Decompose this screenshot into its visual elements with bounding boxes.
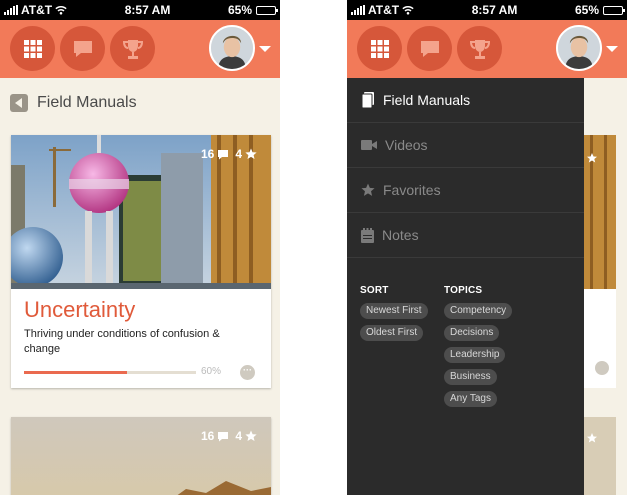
avatar-photo bbox=[211, 27, 253, 69]
comment-count: 16 bbox=[201, 147, 229, 161]
carrier-label: AT&T bbox=[368, 3, 400, 17]
card-stats: 16 4 bbox=[201, 147, 257, 161]
comment-icon bbox=[217, 149, 229, 160]
topic-tag-any-tags[interactable]: Any Tags bbox=[444, 391, 497, 407]
achievements-button[interactable] bbox=[110, 26, 155, 71]
status-bar-right: 65% bbox=[574, 3, 625, 17]
left-phone-screen: AT&T 8:57 AM 65% Field Manuals 16 4 Unce… bbox=[0, 0, 280, 495]
star-icon bbox=[245, 148, 257, 160]
topic-tag-decisions[interactable]: Decisions bbox=[444, 325, 500, 341]
comment-count-value: 16 bbox=[200, 147, 215, 161]
chat-bubble-icon bbox=[419, 39, 441, 59]
star-count-value: 4 bbox=[235, 429, 242, 443]
grid-icon bbox=[23, 39, 43, 59]
caret-down-icon[interactable] bbox=[606, 46, 618, 52]
breadcrumb: Field Manuals bbox=[10, 94, 137, 112]
grid-button[interactable] bbox=[357, 26, 402, 71]
messages-button[interactable] bbox=[407, 26, 452, 71]
more-options-button[interactable]: ··· bbox=[240, 365, 255, 380]
star-icon bbox=[245, 430, 257, 442]
wifi-icon bbox=[55, 5, 67, 15]
user-avatar[interactable] bbox=[556, 25, 602, 71]
progress-fill bbox=[24, 371, 128, 374]
card-stats: 16 4 bbox=[201, 429, 257, 443]
menu-item-label: Favorites bbox=[383, 182, 441, 198]
status-bar-right: 65% bbox=[227, 3, 278, 17]
menu-item-videos[interactable]: Videos bbox=[347, 123, 584, 168]
menu-item-label: Notes bbox=[382, 227, 419, 243]
status-bar: AT&T 8:57 AM 65% bbox=[347, 0, 627, 20]
comment-count: 16 bbox=[201, 429, 229, 443]
notepad-icon bbox=[361, 227, 374, 243]
app-header bbox=[0, 20, 280, 78]
trophy-icon bbox=[469, 38, 491, 60]
status-time: 8:57 AM bbox=[471, 3, 518, 17]
peek-content-image bbox=[584, 78, 627, 495]
caret-down-icon[interactable] bbox=[259, 46, 271, 52]
book-icon bbox=[361, 92, 374, 108]
navigation-drawer: Field Manuals Videos Favorites Notes SOR… bbox=[347, 78, 584, 495]
topics-heading: TOPICS bbox=[444, 285, 483, 296]
signal-strength-icon bbox=[351, 5, 365, 15]
back-button[interactable] bbox=[10, 94, 28, 112]
status-bar-left: AT&T bbox=[351, 3, 414, 17]
signal-strength-icon bbox=[4, 5, 18, 15]
trophy-icon bbox=[122, 38, 144, 60]
app-header bbox=[347, 20, 627, 78]
chat-bubble-icon bbox=[72, 39, 94, 59]
manual-card[interactable]: 16 4 bbox=[11, 417, 271, 495]
messages-button[interactable] bbox=[60, 26, 105, 71]
page-title: Field Manuals bbox=[37, 94, 137, 111]
achievements-button[interactable] bbox=[457, 26, 502, 71]
grid-icon bbox=[370, 39, 390, 59]
right-phone-screen: AT&T 8:57 AM 65% Field Manuals Videos Fa… bbox=[347, 0, 627, 495]
star-count-value: 4 bbox=[235, 147, 242, 161]
progress-bar bbox=[24, 371, 196, 374]
wifi-icon bbox=[402, 5, 414, 15]
status-bar-left: AT&T bbox=[4, 3, 67, 17]
card-title: Uncertainty bbox=[24, 297, 136, 322]
sort-option-newest-first[interactable]: Newest First bbox=[360, 303, 428, 319]
topic-tag-competency[interactable]: Competency bbox=[444, 303, 513, 319]
battery-percent: 65% bbox=[227, 3, 252, 17]
manual-card-uncertainty[interactable]: 16 4 Uncertainty Thriving under conditio… bbox=[11, 135, 271, 388]
menu-item-label: Videos bbox=[385, 137, 428, 153]
menu-item-label: Field Manuals bbox=[383, 92, 471, 108]
battery-percent: 65% bbox=[574, 3, 599, 17]
content-behind-drawer bbox=[584, 78, 627, 495]
battery-icon bbox=[603, 5, 625, 15]
topic-tag-leadership[interactable]: Leadership bbox=[444, 347, 506, 363]
video-camera-icon bbox=[361, 140, 377, 150]
topic-tag-business[interactable]: Business bbox=[444, 369, 497, 385]
menu-item-notes[interactable]: Notes bbox=[347, 213, 584, 258]
comment-count-value: 16 bbox=[200, 429, 215, 443]
back-arrow-icon bbox=[15, 98, 22, 108]
carrier-label: AT&T bbox=[21, 3, 53, 17]
comment-icon bbox=[217, 431, 229, 442]
menu-item-favorites[interactable]: Favorites bbox=[347, 168, 584, 213]
avatar-photo bbox=[558, 27, 600, 69]
status-time: 8:57 AM bbox=[124, 3, 171, 17]
sort-option-oldest-first[interactable]: Oldest First bbox=[360, 325, 424, 341]
card-description: Thriving under conditions of confusion &… bbox=[24, 328, 220, 355]
status-bar: AT&T 8:57 AM 65% bbox=[0, 0, 280, 20]
progress-label: 60% bbox=[201, 366, 222, 377]
sort-heading: SORT bbox=[360, 285, 389, 296]
star-icon bbox=[361, 183, 375, 196]
menu-item-field-manuals[interactable]: Field Manuals bbox=[347, 78, 584, 123]
user-avatar[interactable] bbox=[209, 25, 255, 71]
star-count: 4 bbox=[235, 429, 257, 443]
battery-icon bbox=[256, 5, 278, 15]
grid-button[interactable] bbox=[10, 26, 55, 71]
star-count: 4 bbox=[235, 147, 257, 161]
